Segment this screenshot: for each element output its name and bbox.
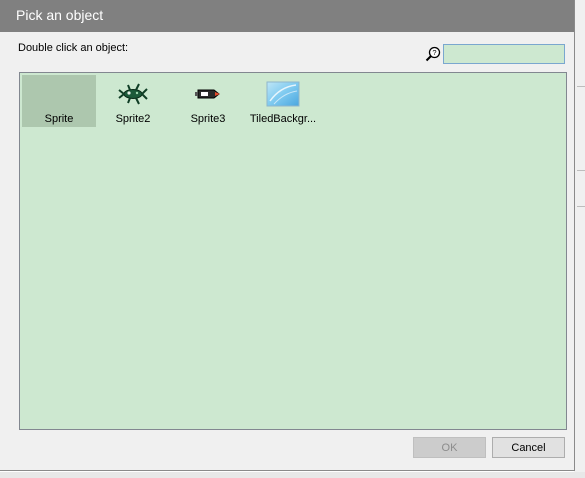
object-item-tiledbackground[interactable]: TiledBackgr... — [246, 75, 320, 127]
instruction-label: Double click an object: — [18, 42, 129, 54]
sky-background-icon — [266, 81, 300, 107]
object-item-sprite2[interactable]: Sprite2 — [96, 75, 170, 127]
ok-button[interactable]: OK — [413, 437, 486, 458]
object-label: Sprite2 — [115, 113, 151, 125]
background-divider — [577, 170, 585, 171]
pick-object-dialog: Pick an object Double click an object: ?… — [0, 0, 575, 471]
background-window-edge — [574, 0, 585, 478]
object-label: Sprite3 — [190, 113, 226, 125]
title-bar[interactable]: Pick an object — [0, 0, 574, 32]
object-item-sprite3[interactable]: Sprite3 — [171, 75, 245, 127]
cancel-button[interactable]: Cancel — [492, 437, 565, 458]
objects-list[interactable]: Sprite Sprite2 Sprite3 TiledBackgr... — [19, 72, 567, 430]
search-input[interactable] — [443, 44, 565, 64]
green-creature-sprite-icon — [116, 81, 150, 107]
background-window-edge — [0, 472, 585, 478]
dialog-title: Pick an object — [16, 7, 104, 23]
object-label: Sprite — [44, 113, 74, 125]
object-label: TiledBackgr... — [249, 113, 317, 125]
svg-text:?: ? — [432, 48, 436, 57]
search-help-icon[interactable]: ? — [425, 46, 441, 62]
background-divider — [577, 86, 585, 87]
background-divider — [577, 206, 585, 207]
rocket-ship-sprite-icon — [191, 81, 225, 107]
object-item-sprite[interactable]: Sprite — [22, 75, 96, 127]
